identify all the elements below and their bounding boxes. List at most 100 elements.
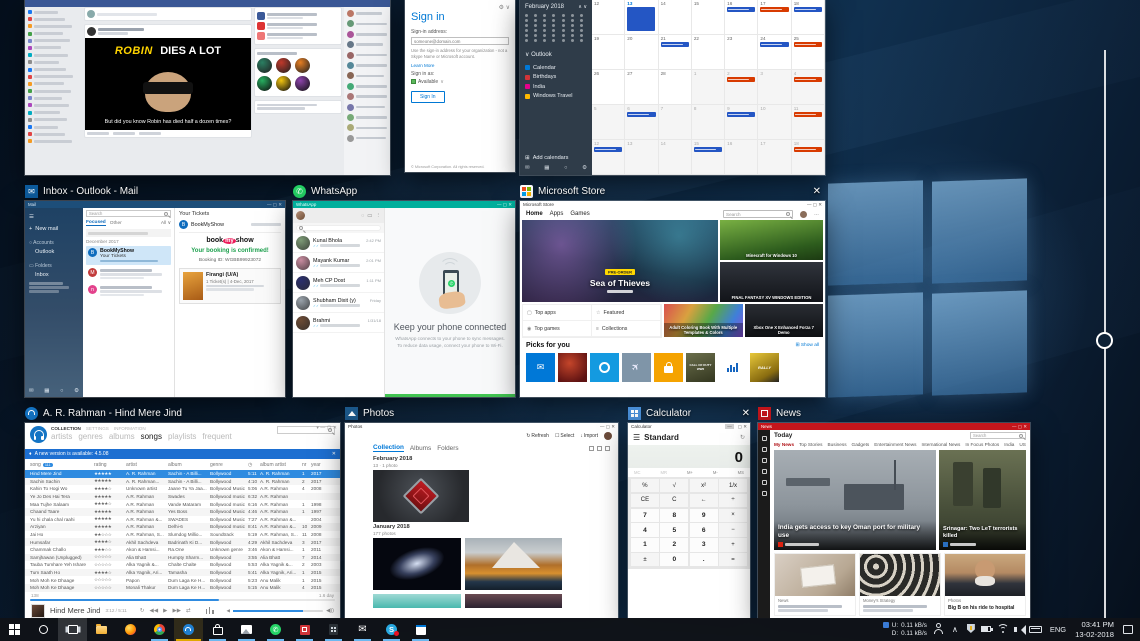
nav-item-icon (28, 32, 32, 36)
song-track-nr: 4 (302, 585, 311, 590)
security-shield-icon[interactable] (963, 618, 979, 641)
wifi-icon[interactable] (995, 618, 1011, 641)
window-calculator-thumbnail[interactable]: Calculator— ▢ ✕ ☰ Standard ↻ 0 MCMRM+M-M… (628, 423, 750, 618)
contact-avatar (347, 83, 354, 90)
zune-nav-songs: songs (141, 432, 162, 441)
mini-calendar-day (562, 34, 565, 37)
window-mail-thumbnail[interactable]: Mail— ▢ ✕ ☰ + New mail ○ Accounts Outloo… (25, 201, 285, 397)
calendar-day-cell: 26 (592, 70, 625, 105)
window-store-thumbnail[interactable]: Microsoft Store— ▢ ✕ HomeAppsGames Searc… (520, 201, 825, 397)
window-title-news[interactable]: News (758, 405, 1030, 422)
text-placeholder (100, 294, 144, 296)
people-icon[interactable] (931, 618, 947, 641)
text-placeholder (320, 324, 360, 326)
song-album-artist: Anu Malik (260, 578, 302, 583)
nav-item-icon (28, 53, 32, 57)
calendar-day-cell: 15 (692, 140, 725, 175)
touch-keyboard-icon[interactable] (1027, 618, 1045, 641)
key-7: 7 (631, 509, 659, 522)
taskbar-start-button[interactable] (0, 618, 29, 641)
key-0: 0 (660, 553, 688, 566)
photo-mountains (465, 538, 562, 590)
facebook-notifications-card (254, 7, 342, 45)
news-nav-us: US (1019, 442, 1026, 447)
store-icon (213, 627, 223, 635)
shuffle-icon: ⇄ (186, 608, 191, 614)
song-album-artist: A.R. Rahman (260, 486, 302, 491)
column-header-genre: genre (210, 462, 248, 468)
close-window-button[interactable]: ✕ (809, 186, 825, 197)
window-title-calculator[interactable]: Calculator ✕ (628, 405, 754, 422)
song-count: 138 (31, 593, 39, 598)
window-title-mail[interactable]: ✉ Inbox - Outlook - Mail (25, 183, 285, 200)
calendar-icon (416, 625, 426, 635)
taskbar-skype-button[interactable]: S (377, 618, 406, 641)
language-indicator[interactable]: ENG (1045, 625, 1071, 634)
signin-as-label: Sign in as: (411, 71, 509, 77)
taskbar-clock[interactable]: 03:41 PM13-02-2018 (1071, 620, 1118, 640)
camera-app-tile (590, 353, 619, 382)
memory-MR: MR (660, 470, 667, 475)
taskbar-firefox-button[interactable] (116, 618, 145, 641)
window-skype-business-signin[interactable]: ⚙ ∨ Sign in Sign-in address: someone@dom… (405, 0, 515, 172)
window-title-whatsapp[interactable]: ✆ WhatsApp (293, 183, 515, 200)
taskbar-news-button[interactable] (290, 618, 319, 641)
contact-avatar (347, 62, 354, 69)
taskbar-photos-button[interactable] (232, 618, 261, 641)
chat-list-item: Kunal Bhola2:42 PM✓✓ (293, 233, 384, 253)
song-title: Moh Moh Ke Dhaage (30, 578, 94, 583)
window-calendar[interactable]: February 2018 ∧ ∨ ∨ Outlook CalendarBirt… (520, 0, 825, 175)
window-photos-thumbnail[interactable]: Photos— ▢ ✕ ↻Refresh☐Select↓Import Colle… (345, 423, 618, 618)
window-title-music[interactable]: A. R. Rahman - Hind Mere Jind (25, 405, 340, 422)
day-number: 11 (794, 106, 799, 111)
window-music-thumbnail[interactable]: ▾ — ▢ ✕ collectionsettingsinformation ar… (25, 423, 340, 618)
download-label: D: (892, 630, 898, 638)
battery-icon[interactable] (979, 618, 995, 641)
song-row: Arziyan★★★★★A.R. RahmanDelhi-6Bollywood … (25, 523, 340, 531)
volume-icon[interactable] (1011, 618, 1027, 641)
taskbar-task-view-button[interactable] (58, 618, 87, 641)
taskbar-calendar-button[interactable] (406, 618, 435, 641)
taskbar-mail-button[interactable]: ✉ (348, 618, 377, 641)
song-album: Chalte Chalte (168, 562, 210, 567)
filter-all-dropdown: All ∨ (161, 221, 171, 226)
chat-time: 2:01 PM (366, 258, 381, 264)
show-hidden-icons-chevron[interactable]: ∧ (947, 618, 963, 641)
text-placeholder (785, 543, 819, 546)
calendar-color-checkbox (525, 84, 530, 89)
start-icon (9, 624, 20, 635)
taskbar-search-button[interactable] (29, 618, 58, 641)
song-duration: 5:15 (248, 585, 260, 590)
news-nav-entertainment-news: Entertainment News (874, 442, 916, 447)
game-art-tile (558, 353, 587, 382)
nav-item-icon (28, 82, 32, 86)
window-facebook-browser[interactable]: ROBIN DIES A LOT But did you know Robin … (25, 0, 390, 175)
window-whatsapp-thumbnail[interactable]: WhatsApp— ▢ ✕ ◌▭⋮ Kunal Bhola2:42 PM✓✓Ma… (293, 201, 515, 397)
taskbar-store-button[interactable] (203, 618, 232, 641)
sender-avatar: B (179, 220, 188, 229)
text-placeholder (34, 82, 64, 85)
window-title-photos[interactable]: Photos (345, 405, 618, 422)
taskbar-whatsapp-button[interactable]: ✆ (261, 618, 290, 641)
taskbar-file-explorer-button[interactable] (87, 618, 116, 641)
more-menu-icon: … (814, 211, 819, 217)
close-window-button[interactable]: ✕ (738, 408, 754, 419)
song-duration: 4:10 (248, 479, 260, 484)
message-item: M (86, 266, 171, 282)
taskbar-chrome-button[interactable] (145, 618, 174, 641)
taskbar-zune-button[interactable] (174, 618, 203, 641)
text-placeholder (863, 609, 913, 612)
window-news-thumbnail[interactable]: News— ▢ ✕ Today Search My NewsTop Storie… (758, 423, 1030, 618)
photo-group-title: January 2018 (373, 524, 618, 530)
network-speed-widget[interactable]: U:0.11 kB/sD:0.11 kB/s (883, 622, 927, 638)
timeline-scrollbar-knob[interactable] (1096, 332, 1113, 349)
action-center-icon[interactable] (1118, 618, 1138, 641)
text-placeholder (356, 43, 383, 46)
song-album-artist: A.R. Rahman &... (260, 517, 302, 522)
chat-time: 1/31/18 (368, 318, 381, 324)
facebook-meme-image: ROBIN DIES A LOT But did you know Robin … (85, 38, 251, 130)
song-year: 1997 (311, 509, 333, 514)
taskbar-calculator-button[interactable] (319, 618, 348, 641)
upload-speed-icon (883, 622, 889, 628)
window-title-store[interactable]: Microsoft Store ✕ (520, 183, 825, 200)
